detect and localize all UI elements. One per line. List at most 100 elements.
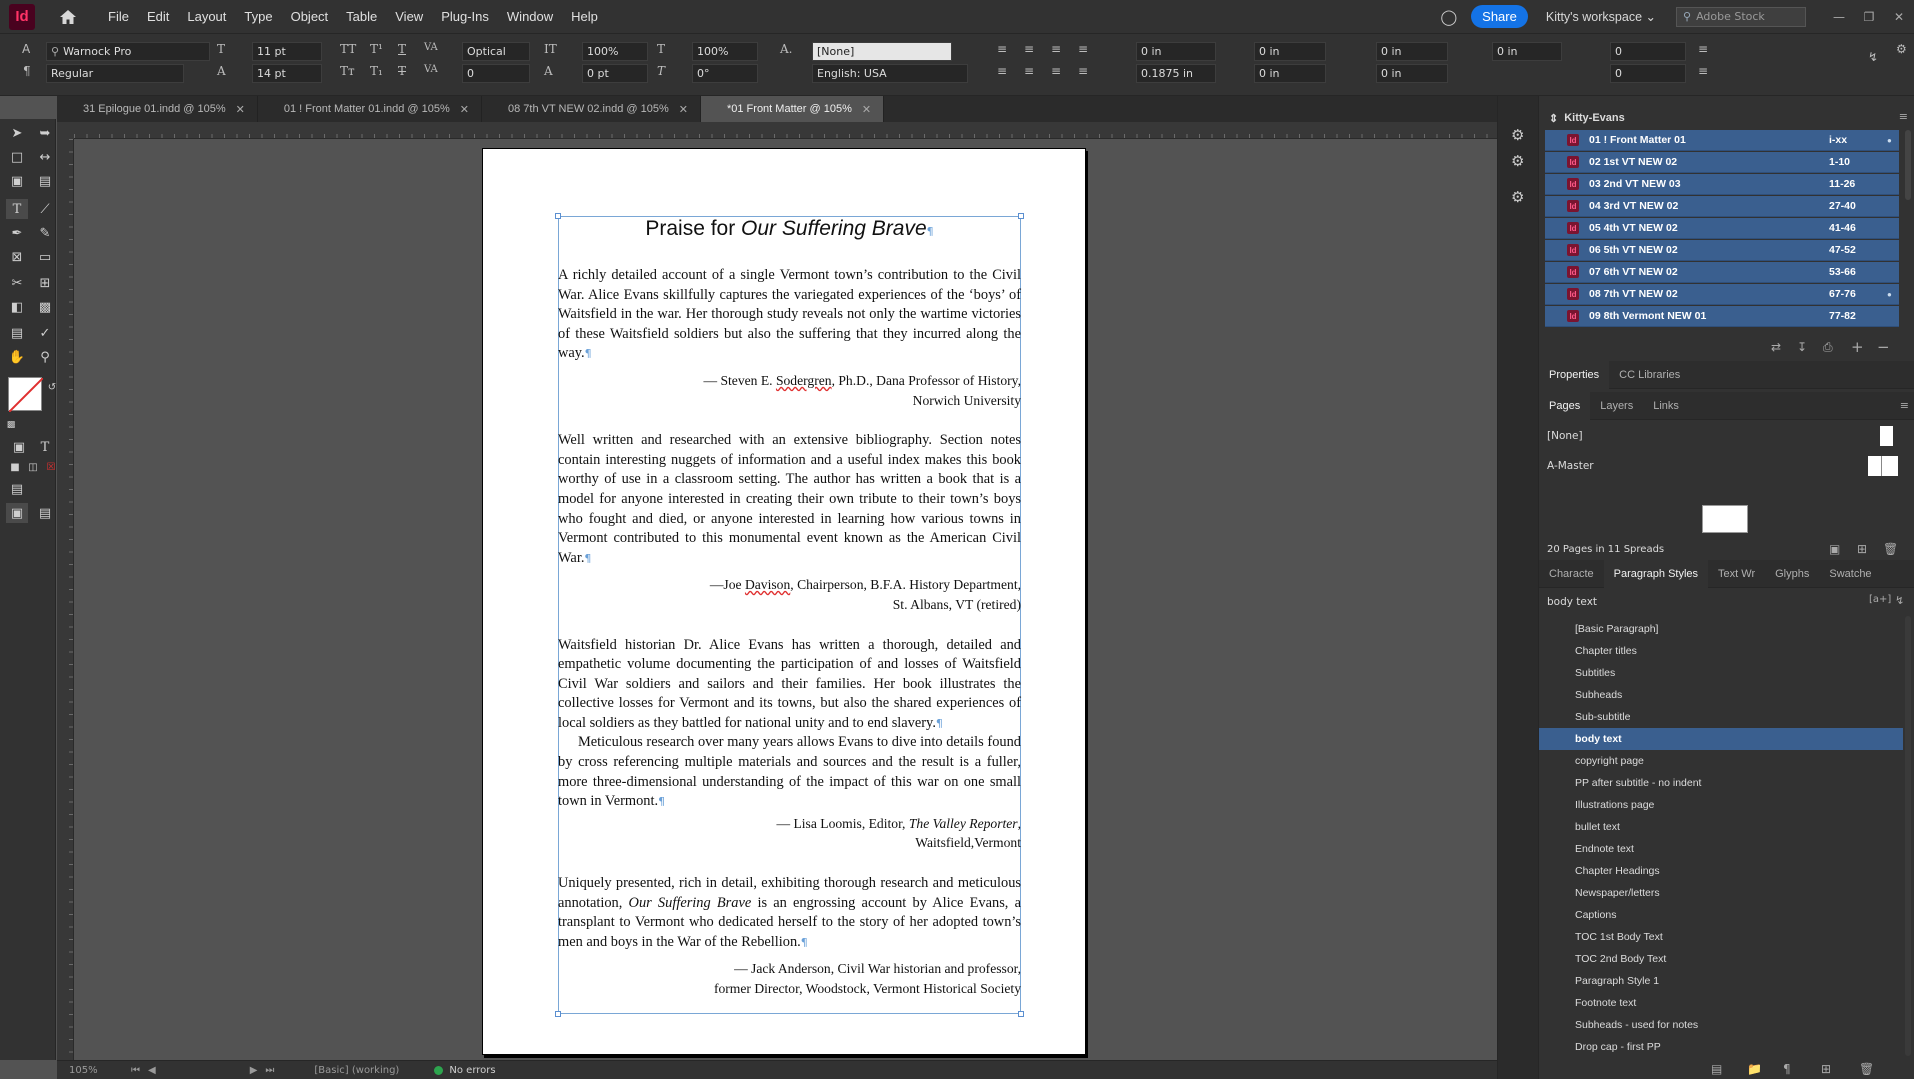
align-center-icon[interactable]: ≡ [1024,42,1034,56]
character-style-field[interactable]: [None] [812,42,952,61]
space-before-field[interactable]: 0 in [1376,42,1448,61]
remove-document-icon[interactable]: − [1877,338,1890,356]
bullets-icon[interactable]: ≡ [1698,42,1708,56]
screen-mode-icon[interactable]: ▤ [6,479,28,499]
line-tool-icon[interactable]: ⟋ [34,199,56,219]
preflight-status[interactable]: No errors [449,1065,495,1076]
paragraph-style-item[interactable]: Chapter Headings [1539,860,1903,882]
vertical-ruler[interactable] [57,139,74,1060]
share-button[interactable]: Share [1471,5,1528,28]
close-icon[interactable]: ✕ [862,103,871,116]
normal-view-icon[interactable]: ▣ [6,503,28,523]
save-book-icon[interactable]: ↧ [1797,340,1807,354]
menu-view[interactable]: View [386,9,432,24]
gradient-feather-tool-icon[interactable]: ▩ [34,297,56,317]
justify-left-icon[interactable]: ≡ [997,64,1007,78]
book-document-row[interactable]: Id 09 8th Vermont NEW 01 77-82 [1545,306,1899,327]
tab-layers[interactable]: Layers [1590,392,1643,420]
book-document-row[interactable]: Id 08 7th VT NEW 02 67-76 ● [1545,284,1899,305]
content-collector-icon[interactable]: ▣ [6,171,28,191]
paragraph-style-item[interactable]: body text [1539,728,1903,750]
justify-center-icon[interactable]: ≡ [1024,64,1034,78]
skew-field[interactable]: 0° [692,64,758,83]
preview-mode-icon[interactable]: ▤ [34,503,56,523]
paragraph-style-item[interactable]: Illustrations page [1539,794,1903,816]
zoom-tool-icon[interactable]: ⚲ [34,347,56,367]
panel-menu-icon[interactable]: ≡ [1900,399,1909,412]
formatting-text-icon[interactable]: T [34,437,56,457]
a-master[interactable]: A-Master [1547,460,1594,472]
tab-pages[interactable]: Pages [1539,391,1591,420]
last-page-icon[interactable]: ⏭ [265,1065,274,1076]
book-document-row[interactable]: Id 06 5th VT NEW 02 47-52 [1545,240,1899,261]
first-line-indent-field[interactable]: 0.1875 in [1136,64,1216,83]
paragraph-mode-icon[interactable]: ¶ [23,64,31,78]
menu-object[interactable]: Object [282,9,338,24]
folder-icon[interactable]: 📁 [1747,1062,1762,1076]
ruler-origin[interactable] [57,122,74,139]
note-tool-icon[interactable]: ▤ [6,323,28,343]
tracking-field[interactable]: 0 [462,64,530,83]
new-style-icon[interactable]: ⊞ [1821,1062,1831,1076]
close-icon[interactable]: ✕ [460,103,469,116]
tab-glyphs[interactable]: Glyphs [1765,560,1819,588]
frame-handle[interactable] [555,1011,561,1017]
book-document-row[interactable]: Id 04 3rd VT NEW 02 27-40 [1545,196,1899,217]
paragraph-style-item[interactable]: Subtitles [1539,662,1903,684]
menu-help[interactable]: Help [562,9,607,24]
paragraph-style-item[interactable]: [Basic Paragraph] [1539,618,1903,640]
strikethrough-icon[interactable]: T [398,64,406,78]
left-indent-field[interactable]: 0 in [1136,42,1216,61]
scripts-panel-icon[interactable]: ⚙ [1511,152,1524,170]
tab-links[interactable]: Links [1643,392,1689,420]
right-indent-field[interactable]: 0 in [1254,42,1326,61]
minimize-icon[interactable]: — [1824,10,1854,24]
font-size-field[interactable]: 11 pt [252,42,322,61]
all-caps-icon[interactable]: TT [340,42,356,56]
subscript-icon[interactable]: T₁ [370,64,383,78]
vertical-scale-field[interactable]: 100% [582,42,648,61]
doc-tab-front-matter-active[interactable]: *01 Front Matter @ 105% ✕ [700,96,885,122]
pen-tool-icon[interactable]: ✒ [6,223,28,243]
menu-table[interactable]: Table [337,9,386,24]
paragraph-style-item[interactable]: Sub-subtitle [1539,706,1903,728]
doc-tab-7th-vt[interactable]: 08 7th VT NEW 02.indd @ 105% ✕ [481,96,701,122]
restore-icon[interactable]: ❐ [1854,10,1884,24]
print-book-icon[interactable]: ⎙ [1823,340,1833,355]
data-merge-icon[interactable]: ⚙ [1511,188,1524,206]
align-left-icon[interactable]: ≡ [997,42,1007,56]
sync-styles-icon[interactable]: ⇄ [1771,340,1781,354]
create-style-icon[interactable]: [a+] [1869,594,1891,605]
formatting-container-icon[interactable]: ▣ [8,437,30,457]
first-page-icon[interactable]: ⏮ [131,1065,140,1076]
pencil-tool-icon[interactable]: ✎ [34,223,56,243]
book-document-row[interactable]: Id 01 ! Front Matter 01 i-xx ● [1545,130,1899,151]
paragraph-style-item[interactable]: bullet text [1539,816,1903,838]
paragraph-style-item[interactable]: Subheads - used for notes [1539,1014,1903,1036]
tab-paragraph-styles[interactable]: Paragraph Styles [1603,559,1709,588]
space-after-field[interactable]: 0 in [1376,64,1448,83]
kerning-field[interactable]: Optical [462,42,530,61]
close-icon[interactable]: ✕ [1884,10,1914,24]
gradient-swatch-tool-icon[interactable]: ◧ [6,297,28,317]
paragraph-style-item[interactable]: TOC 1st Body Text [1539,926,1903,948]
character-mode-icon[interactable]: A [22,42,30,56]
last-line-indent-field[interactable]: 0 in [1254,64,1326,83]
hand-tool-icon[interactable]: ✋ [6,347,28,367]
align-right-icon[interactable]: ≡ [1051,42,1061,56]
underline-icon[interactable]: T [398,42,406,56]
style-group-icon[interactable]: ▤ [1711,1062,1722,1076]
rectangle-frame-tool-icon[interactable]: ⊠ [6,247,28,267]
tab-character-styles[interactable]: Characte [1539,560,1604,588]
delete-style-icon[interactable]: 🗑 [1859,1062,1874,1076]
font-family-field[interactable]: ⚲ Warnock Pro [46,42,210,61]
page-size-icon[interactable]: ▣ [1829,542,1840,556]
paragraph-style-item[interactable]: Newspaper/letters [1539,882,1903,904]
scissors-tool-icon[interactable]: ✂ [6,273,28,293]
paragraph-style-item[interactable]: PP after subtitle - no indent [1539,772,1903,794]
page-tool-icon[interactable]: □ [6,147,28,167]
language-field[interactable]: English: USA [812,64,968,83]
leading-field[interactable]: 14 pt [252,64,322,83]
gap-tool-icon[interactable]: ↔ [34,147,56,167]
styles-scrollbar[interactable] [1905,616,1911,1056]
